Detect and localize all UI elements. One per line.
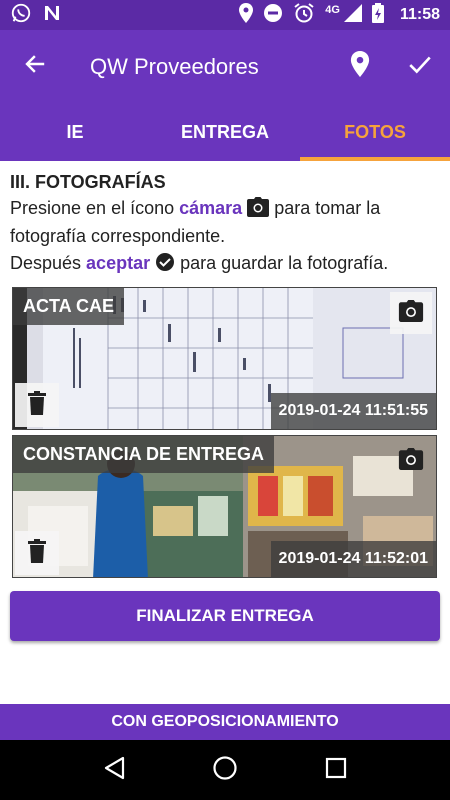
location-icon bbox=[239, 2, 254, 28]
app-title: QW Proveedores bbox=[90, 53, 259, 79]
location-pin-icon bbox=[350, 51, 370, 82]
photo-card-constancia[interactable]: CONSTANCIA DE ENTREGA 2019-01-24 11:52:0… bbox=[12, 435, 437, 578]
confirm-button[interactable] bbox=[390, 30, 450, 103]
check-icon bbox=[407, 51, 433, 82]
status-bar: 4G 11:58 bbox=[0, 0, 450, 30]
delete-photo-button[interactable] bbox=[15, 383, 59, 427]
tab-fotos[interactable]: FOTOS bbox=[300, 103, 450, 161]
signal-icon bbox=[343, 3, 362, 27]
system-nav-bar bbox=[0, 740, 450, 800]
instructions: III. FOTOGRAFÍAS Presione en el ícono cá… bbox=[10, 172, 442, 279]
network-type: 4G bbox=[325, 4, 340, 16]
do-not-disturb-icon bbox=[263, 3, 283, 28]
arrow-back-icon bbox=[23, 52, 47, 81]
finalizar-entrega-button[interactable]: FINALIZAR ENTREGA bbox=[10, 591, 440, 641]
tab-entrega[interactable]: ENTREGA bbox=[150, 103, 300, 161]
tab-bar: IE ENTREGA FOTOS bbox=[0, 103, 450, 161]
trash-icon bbox=[28, 390, 46, 420]
camera-inline-icon bbox=[247, 197, 270, 224]
clock: 11:58 bbox=[399, 6, 440, 23]
instruction-line-1: Presione en el ícono cámara para tomar l… bbox=[10, 196, 442, 249]
back-button[interactable] bbox=[0, 30, 70, 103]
delete-photo-button[interactable] bbox=[15, 531, 59, 575]
trash-icon bbox=[28, 538, 46, 568]
alarm-icon bbox=[293, 2, 315, 29]
photo-card-acta-cae[interactable]: ACTA CAE 2019-01-24 11:51:55 bbox=[12, 287, 437, 430]
take-photo-button[interactable] bbox=[390, 440, 432, 482]
keyword-camara: cámara bbox=[179, 198, 243, 218]
section-title: III. FOTOGRAFÍAS bbox=[10, 172, 166, 192]
whatsapp-icon bbox=[10, 2, 32, 29]
nav-back-icon[interactable] bbox=[103, 756, 125, 785]
instruction-text: Después bbox=[10, 253, 87, 273]
camera-icon bbox=[398, 299, 424, 327]
photo-timestamp: 2019-01-24 11:52:01 bbox=[270, 541, 436, 577]
camera-icon bbox=[398, 447, 424, 475]
battery-charging-icon bbox=[371, 2, 384, 28]
app-bar: QW Proveedores bbox=[0, 30, 450, 103]
check-circle-icon bbox=[155, 252, 175, 279]
photo-label: CONSTANCIA DE ENTREGA bbox=[13, 436, 275, 473]
keyword-aceptar: aceptar bbox=[86, 253, 151, 273]
nav-home-icon[interactable] bbox=[212, 755, 238, 786]
location-button[interactable] bbox=[330, 30, 390, 103]
tab-ie[interactable]: IE bbox=[0, 103, 150, 161]
instruction-text: para guardar la fotografía. bbox=[175, 253, 389, 273]
instruction-text: Presione en el ícono bbox=[10, 198, 180, 218]
take-photo-button[interactable] bbox=[390, 292, 432, 334]
instruction-line-2: Después aceptar para guardar la fotograf… bbox=[10, 251, 442, 279]
n-notification-icon bbox=[42, 3, 62, 28]
nav-recents-icon[interactable] bbox=[325, 757, 347, 784]
photo-label: ACTA CAE bbox=[13, 288, 124, 325]
photo-timestamp: 2019-01-24 11:51:55 bbox=[270, 393, 436, 429]
geoposition-bar[interactable]: CON GEOPOSICIONAMIENTO bbox=[0, 704, 450, 740]
